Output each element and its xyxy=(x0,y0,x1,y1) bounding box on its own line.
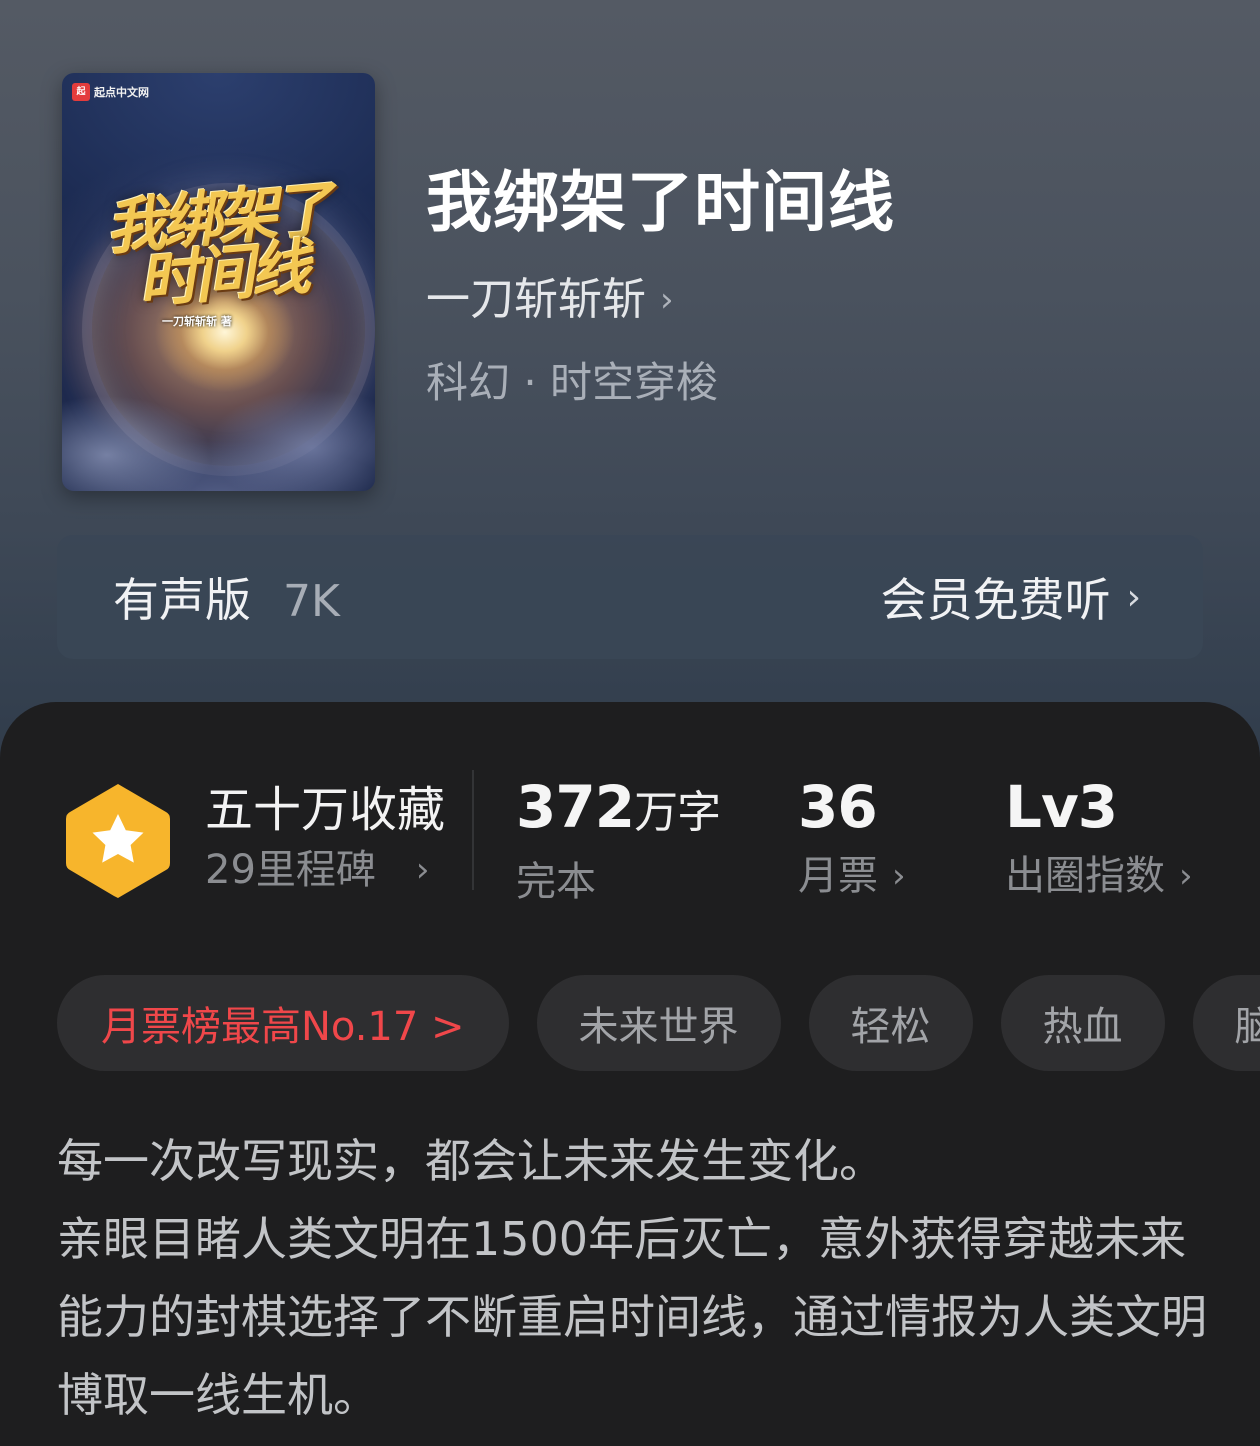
popularity-index-value: Lv3 xyxy=(1005,773,1118,841)
author-name: 一刀斩斩斩 xyxy=(426,274,646,325)
book-title: 我绑架了时间线 xyxy=(426,163,895,241)
tag-monthly-rank[interactable]: 月票榜最高No.17 > xyxy=(57,975,509,1071)
chevron-right-icon: › xyxy=(892,856,906,896)
member-free-listen-label: 会员免费听 xyxy=(880,573,1111,627)
chevron-right-icon: › xyxy=(415,850,430,890)
star-hexagon-icon xyxy=(66,784,170,898)
description-line-1: 每一次改写现实，都会让未来发生变化。 xyxy=(57,1134,885,1188)
completion-status: 完本 xyxy=(516,859,596,905)
audio-label: 有声版 xyxy=(113,573,251,627)
chevron-right-icon: › xyxy=(660,280,674,320)
favorites-stat[interactable]: 五十万收藏 29里程碑 › xyxy=(205,778,445,898)
author-link[interactable]: 一刀斩斩斩 › xyxy=(426,272,674,328)
monthly-votes-label: 月票 xyxy=(798,853,878,899)
cover-logo-text: 起点中文网 xyxy=(94,86,149,99)
book-detail-page: 起 起点中文网 我绑架了 时间线 一刀斩斩斩 著 我绑架了时间线 一刀斩斩斩 ›… xyxy=(0,0,1260,1446)
book-cover[interactable]: 起 起点中文网 我绑架了 时间线 一刀斩斩斩 著 xyxy=(62,73,375,491)
favorites-count: 五十万收藏 xyxy=(205,782,446,838)
member-free-listen-button[interactable]: 会员免费听 › xyxy=(881,564,1141,630)
popularity-index-label: 出圈指数 xyxy=(1005,853,1165,899)
tag-relaxed[interactable]: 轻松 xyxy=(808,975,973,1071)
popularity-index-label-row: 出圈指数 › xyxy=(1005,848,1193,904)
word-count-stat: 372万字 完本 xyxy=(516,772,721,910)
chevron-right-icon: › xyxy=(1126,576,1141,618)
genre-label: 科幻 · 时空穿梭 xyxy=(426,358,719,407)
audio-version-bar[interactable]: 有声版 7K 会员免费听 › xyxy=(57,535,1203,659)
tag-brain[interactable]: 脑 xyxy=(1192,975,1260,1071)
milestones-row: 29里程碑 › xyxy=(205,842,445,898)
audio-listen-count: 7K xyxy=(283,576,340,627)
stats-divider xyxy=(472,770,474,890)
tag-passionate[interactable]: 热血 xyxy=(1000,975,1165,1071)
cover-author: 一刀斩斩斩 著 xyxy=(162,315,232,328)
book-description[interactable]: 每一次改写现实，都会让未来发生变化。 亲眼目睹人类文明在1500年后灭亡，意外获… xyxy=(57,1122,1207,1434)
description-line-2: 亲眼目睹人类文明在1500年后灭亡，意外获得穿越未来能力的封棋选择了不断重启时间… xyxy=(57,1212,1207,1422)
monthly-votes-value: 36 xyxy=(798,773,878,841)
stats-row: 五十万收藏 29里程碑 › 372万字 完本 36 月票 › Lv3 出圈指数 … xyxy=(0,770,1260,920)
popularity-index-stat[interactable]: Lv3 出圈指数 › xyxy=(1005,772,1193,904)
word-count-unit: 万字 xyxy=(634,787,721,838)
content-panel: 五十万收藏 29里程碑 › 372万字 完本 36 月票 › Lv3 出圈指数 … xyxy=(0,702,1260,1446)
audio-info: 有声版 7K xyxy=(113,564,340,630)
monthly-votes-label-row: 月票 › xyxy=(798,848,906,904)
word-count: 372万字 xyxy=(516,772,721,848)
chevron-right-icon: › xyxy=(1179,856,1193,896)
tag-list: 月票榜最高No.17 > 未来世界 轻松 热血 脑 xyxy=(57,975,1260,1071)
milestones-count: 29里程碑 xyxy=(205,847,376,893)
word-count-value: 372 xyxy=(516,773,635,841)
tag-future-world[interactable]: 未来世界 xyxy=(536,975,781,1071)
monthly-votes-stat[interactable]: 36 月票 › xyxy=(798,772,906,904)
cover-logo: 起 起点中文网 xyxy=(72,83,149,101)
qidian-logo-icon: 起 xyxy=(72,83,90,101)
cover-clouds xyxy=(62,371,375,491)
